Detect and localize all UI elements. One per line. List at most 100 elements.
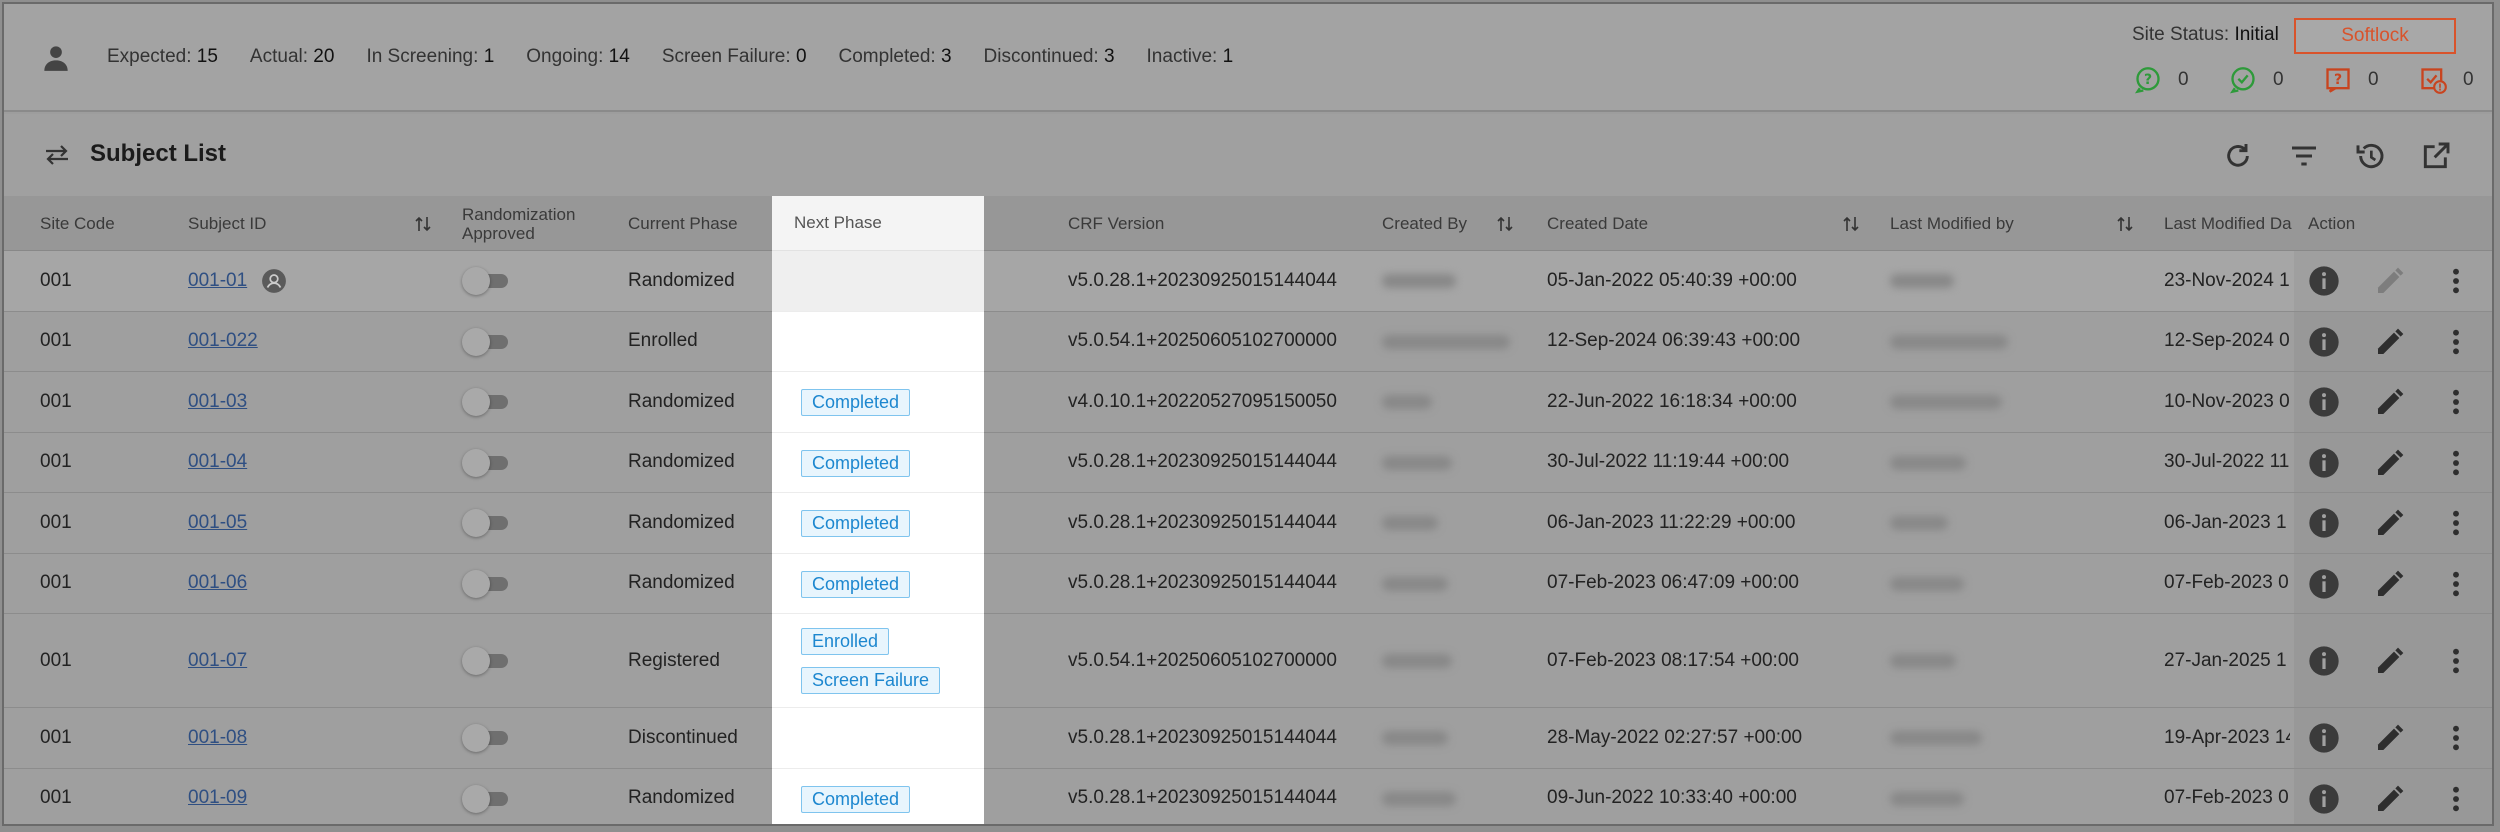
list-header: Subject List: [4, 114, 2492, 196]
created-date-cell: 28-May-2022 02:27:57 +00:00: [1547, 726, 1803, 748]
randomization-toggle[interactable]: [462, 327, 510, 356]
edit-icon[interactable]: [2374, 568, 2406, 600]
randomization-toggle[interactable]: [462, 388, 510, 417]
subject-id-link[interactable]: 001-07: [188, 650, 247, 672]
col-created-by[interactable]: Created By: [1382, 196, 1467, 251]
col-created-date[interactable]: Created Date: [1547, 196, 1648, 251]
info-icon[interactable]: [2308, 386, 2340, 418]
edit-icon[interactable]: [2374, 783, 2406, 815]
edit-icon[interactable]: [2374, 265, 2406, 297]
edit-icon[interactable]: [2374, 447, 2406, 479]
open-external-icon[interactable]: [2420, 140, 2452, 172]
next-phase-tag[interactable]: Completed: [801, 389, 911, 417]
next-phase-tag[interactable]: Completed: [801, 510, 911, 538]
table-row[interactable]: 001 001-07 Registered v5.0.54.1+20250605…: [4, 614, 2492, 708]
table-row[interactable]: 001 001-09 Randomized v5.0.28.1+20230925…: [4, 768, 2492, 824]
sort-icon[interactable]: [2116, 214, 2134, 234]
more-options-icon[interactable]: [2440, 326, 2472, 358]
col-site-code[interactable]: Site Code: [40, 196, 115, 251]
randomization-toggle[interactable]: [462, 724, 510, 753]
col-crf-version[interactable]: CRF Version: [1068, 196, 1164, 251]
filter-icon[interactable]: [2288, 140, 2320, 172]
subject-id-link[interactable]: 001-022: [188, 330, 258, 352]
more-options-icon[interactable]: [2440, 447, 2472, 479]
edit-icon[interactable]: [2374, 326, 2406, 358]
next-phase-tag[interactable]: Screen Failure: [801, 667, 941, 694]
softlock-button[interactable]: Softlock: [2294, 18, 2456, 54]
subject-id-link[interactable]: 001-05: [188, 512, 247, 534]
info-icon[interactable]: [2308, 507, 2340, 539]
info-icon[interactable]: [2308, 722, 2340, 754]
next-phase-cell: [772, 312, 984, 372]
table-row[interactable]: 001 001-05 Randomized v5.0.28.1+20230925…: [4, 493, 2492, 554]
swap-icon[interactable]: [42, 142, 72, 168]
counter-alert-queries[interactable]: ! 0: [2419, 66, 2492, 94]
subject-id-link[interactable]: 001-04: [188, 451, 247, 473]
info-icon[interactable]: [2308, 645, 2340, 677]
next-phase-tag[interactable]: Completed: [801, 449, 911, 477]
info-icon[interactable]: [2308, 265, 2340, 297]
next-phase-tag[interactable]: Completed: [801, 570, 911, 598]
sort-icon[interactable]: [414, 214, 432, 234]
subject-id-link[interactable]: 001-01: [188, 270, 247, 292]
table-row[interactable]: 001 001-08 Discontinued v5.0.28.1+202309…: [4, 708, 2492, 769]
created-by-redacted: [1382, 791, 1456, 806]
more-options-icon[interactable]: [2440, 783, 2472, 815]
table-row[interactable]: 001 001-03 Randomized v4.0.10.1+20220527…: [4, 372, 2492, 433]
more-options-icon[interactable]: [2440, 386, 2472, 418]
info-icon[interactable]: [2308, 447, 2340, 479]
info-icon[interactable]: [2308, 568, 2340, 600]
subject-id-link[interactable]: 001-09: [188, 787, 247, 809]
subject-id-cell: 001-03: [188, 372, 247, 432]
counter-open-queries[interactable]: ? 0: [2134, 66, 2229, 94]
subject-id-link[interactable]: 001-03: [188, 391, 247, 413]
created-by-redacted: [1382, 455, 1452, 470]
randomization-toggle[interactable]: [462, 448, 510, 477]
modified-date-cell: 10-Nov-2023 0: [2164, 390, 2290, 412]
col-last-modified-date[interactable]: Last Modified Da: [2164, 196, 2294, 251]
table-row[interactable]: 001 001-01 Randomized v5.0.28.1+20230925…: [4, 251, 2492, 312]
more-options-icon[interactable]: [2440, 645, 2472, 677]
current-phase-cell: Randomized: [628, 787, 735, 809]
randomization-toggle[interactable]: [462, 569, 510, 598]
col-next-phase[interactable]: Next Phase: [772, 196, 984, 251]
next-phase-tag[interactable]: Enrolled: [801, 628, 890, 655]
table-row[interactable]: 001 001-04 Randomized v5.0.28.1+20230925…: [4, 432, 2492, 493]
col-randomization[interactable]: Randomization Approved: [462, 196, 575, 251]
col-subject-id[interactable]: Subject ID: [188, 196, 266, 251]
table-row[interactable]: 001 001-06 Randomized v5.0.28.1+20230925…: [4, 553, 2492, 614]
edit-icon[interactable]: [2374, 386, 2406, 418]
created-date-cell: 09-Jun-2022 10:33:40 +00:00: [1547, 787, 1797, 809]
more-options-icon[interactable]: [2440, 722, 2472, 754]
sort-icon[interactable]: [1842, 214, 1860, 234]
counter-pending-queries[interactable]: ? 0: [2324, 66, 2419, 94]
info-icon[interactable]: [2308, 326, 2340, 358]
info-icon[interactable]: [2308, 783, 2340, 815]
next-phase-tag[interactable]: Completed: [801, 785, 911, 813]
refresh-icon[interactable]: [2222, 140, 2254, 172]
more-options-icon[interactable]: [2440, 265, 2472, 297]
next-phase-cell: [772, 251, 984, 312]
created-by-redacted: [1382, 654, 1452, 668]
randomization-toggle[interactable]: [462, 784, 510, 813]
edit-icon[interactable]: [2374, 507, 2406, 539]
randomization-toggle[interactable]: [462, 509, 510, 538]
table-row[interactable]: 001 001-022 Enrolled v5.0.54.1+202506051…: [4, 311, 2492, 372]
randomization-toggle[interactable]: [462, 647, 510, 675]
modified-by-redacted: [1890, 516, 1948, 531]
counter-answered-queries[interactable]: 0: [2229, 66, 2324, 94]
subject-badge-icon: [262, 268, 287, 293]
history-icon[interactable]: [2354, 140, 2386, 172]
more-options-icon[interactable]: [2440, 507, 2472, 539]
randomization-toggle[interactable]: [462, 267, 510, 296]
crf-version-cell: v5.0.28.1+20230925015144044: [1068, 511, 1337, 533]
edit-icon[interactable]: [2374, 645, 2406, 677]
current-phase-cell: Registered: [628, 649, 720, 671]
edit-icon[interactable]: [2374, 722, 2406, 754]
subject-id-link[interactable]: 001-06: [188, 572, 247, 594]
col-current-phase[interactable]: Current Phase: [628, 196, 738, 251]
more-options-icon[interactable]: [2440, 568, 2472, 600]
subject-id-link[interactable]: 001-08: [188, 727, 247, 749]
col-last-modified-by[interactable]: Last Modified by: [1890, 196, 2014, 251]
sort-icon[interactable]: [1496, 214, 1514, 234]
